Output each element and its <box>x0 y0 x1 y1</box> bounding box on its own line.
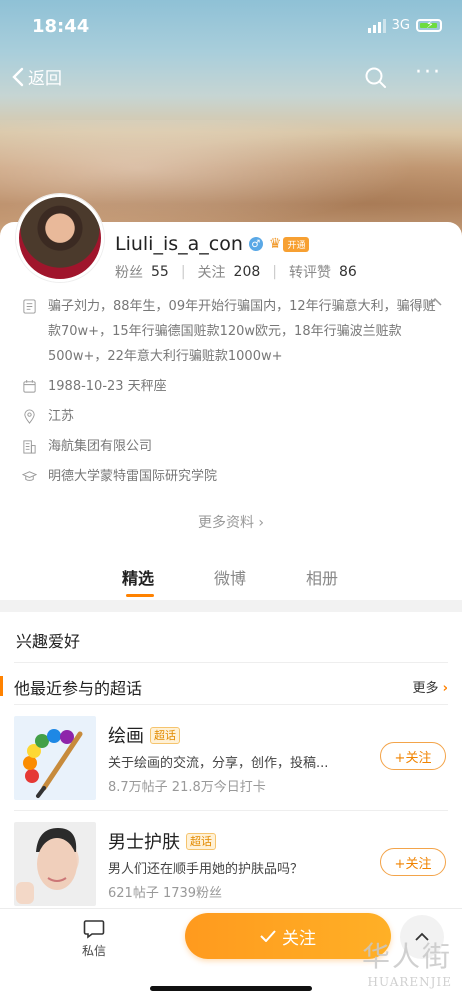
calendar-icon <box>23 379 36 393</box>
vip-tag: 开通 <box>283 236 310 252</box>
bio-row: 骗子刘力，88年生，09年开始行骗国内，12年行骗意大利，骗得赃款70w+，15… <box>22 294 440 369</box>
checkmark-icon <box>260 930 276 942</box>
reposts-label: 转评赞 <box>289 265 331 281</box>
follow-user-button[interactable]: 关注 <box>185 913 391 959</box>
status-time: 18:44 <box>32 16 90 37</box>
following-label[interactable]: 关注 <box>198 262 226 282</box>
reposts-count: 86 <box>339 264 357 280</box>
skincare-thumbnail <box>14 822 96 906</box>
accent-bar <box>0 676 3 696</box>
section-gap <box>0 600 462 612</box>
supertopic-item-mens-skincare[interactable]: 男士护肤 超话 男人们还在顺手用她的护肤品吗？ 621帖子 1739粉丝 +关注 <box>0 822 462 910</box>
birthday-text: 1988-10-23 天秤座 <box>48 379 167 394</box>
supertopic-desc: 关于绘画的交流，分享，创作，投稿... <box>108 756 329 771</box>
more-dots-icon[interactable]: ··· <box>415 60 442 85</box>
profile-info: 骗子刘力，88年生，09年开始行骗国内，12年行骗意大利，骗得赃款70w+，15… <box>22 294 442 494</box>
profile-stats: 粉丝 55 | 关注 208 | 转评赞 86 <box>115 262 357 282</box>
company-row: 海航集团有限公司 <box>22 434 442 459</box>
active-tab-indicator <box>126 594 154 597</box>
battery-icon: ⚡ <box>416 18 442 32</box>
painting-thumbnail <box>14 716 96 800</box>
graduation-cap-icon <box>22 471 37 481</box>
search-icon[interactable] <box>364 66 388 90</box>
supertopic-badge: 超话 <box>150 726 180 744</box>
supertopic-name: 男士护肤 <box>108 832 180 853</box>
tab-weibo[interactable]: 微博 <box>214 565 246 589</box>
chat-bubble-icon <box>83 920 105 939</box>
crown-icon: ♛ <box>268 236 282 252</box>
supertopics-header: 他最近参与的超话 更多 › <box>0 673 462 701</box>
collapse-icon[interactable] <box>428 296 442 311</box>
chevron-right-icon: › <box>258 515 265 531</box>
supertopic-item-painting[interactable]: 绘画 超话 关于绘画的交流，分享，创作，投稿... 8.7万帖子 21.8万今日打… <box>0 716 462 804</box>
birthday-row: 1988-10-23 天秤座 <box>22 374 442 399</box>
back-label: 返回 <box>28 69 62 89</box>
tab-album[interactable]: 相册 <box>306 565 338 589</box>
home-indicator[interactable] <box>150 986 312 991</box>
profile-name-row: Liuli_is_a_con ♂ ♛ 开通 <box>115 233 310 255</box>
supertopic-badge: 超话 <box>186 832 216 850</box>
supertopic-name: 绘画 <box>108 726 144 747</box>
supertopic-desc: 男人们还在顺手用她的护肤品吗？ <box>108 862 304 877</box>
divider <box>14 810 448 811</box>
follow-label: 关注 <box>282 928 316 949</box>
chevron-right-icon: › <box>442 681 448 696</box>
document-icon <box>23 299 36 314</box>
status-bar: 18:44 3G ⚡ <box>0 14 462 42</box>
fans-count[interactable]: 55 <box>151 264 169 280</box>
divider <box>14 704 448 705</box>
more-label: 更多 <box>412 681 439 696</box>
divider <box>14 662 448 663</box>
top-nav: 返回 ··· <box>0 60 462 94</box>
fans-label[interactable]: 粉丝 <box>115 262 143 282</box>
more-info-link[interactable]: 更多资料 › <box>0 512 462 532</box>
network-label: 3G <box>391 18 410 33</box>
dm-label: 私信 <box>81 944 106 958</box>
school-row: 明德大学蒙特雷国际研究学院 <box>22 464 442 489</box>
school-text: 明德大学蒙特雷国际研究学院 <box>48 469 218 484</box>
supertopics-more-link[interactable]: 更多 › <box>412 677 448 696</box>
supertopic-stats: 621帖子 1739粉丝 <box>108 886 223 901</box>
watermark-en: HUARENJIE <box>367 975 452 989</box>
avatar[interactable] <box>16 194 104 282</box>
supertopics-title: 他最近参与的超话 <box>14 679 143 698</box>
follow-button[interactable]: +关注 <box>380 848 446 876</box>
back-button[interactable]: 返回 <box>12 64 62 89</box>
watermark-cn: 华人街 <box>361 940 452 973</box>
watermark: 华人街 HUARENJIE <box>362 935 452 989</box>
location-row: 江苏 <box>22 404 442 429</box>
direct-message-button[interactable]: 私信 <box>72 919 116 959</box>
company-text: 海航集团有限公司 <box>48 439 153 454</box>
supertopic-stats: 8.7万帖子 21.8万今日打卡 <box>108 780 266 795</box>
location-pin-icon <box>24 409 35 424</box>
male-gender-icon: ♂ <box>248 237 263 251</box>
more-info-label: 更多资料 <box>197 515 254 531</box>
follow-button[interactable]: +关注 <box>380 742 446 770</box>
chevron-left-icon <box>12 67 24 86</box>
location-text: 江苏 <box>48 409 75 424</box>
vip-badge[interactable]: ♛ 开通 <box>269 236 310 252</box>
building-icon <box>23 440 36 454</box>
following-count[interactable]: 208 <box>234 264 261 280</box>
bio-text: 骗子刘力，88年生，09年开始行骗国内，12年行骗意大利，骗得赃款70w+，15… <box>48 299 436 364</box>
interests-title: 兴趣爱好 <box>16 632 81 651</box>
username: Liuli_is_a_con <box>115 233 243 255</box>
tab-featured[interactable]: 精选 <box>122 565 154 589</box>
signal-icon <box>367 18 386 33</box>
